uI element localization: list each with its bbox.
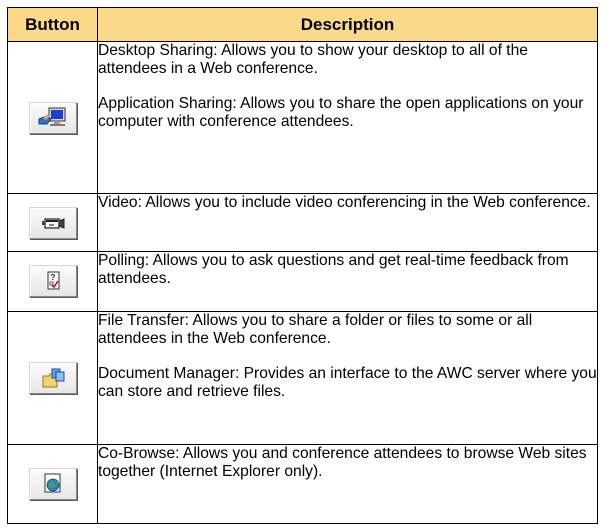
description-text: Co-Browse: Allows you and conference att… — [98, 445, 587, 481]
desktop-sharing-button[interactable] — [28, 101, 77, 134]
polling-button[interactable]: ? — [28, 265, 77, 298]
description-text: Polling: Allows you to ask questions and… — [98, 252, 569, 288]
column-header-button: Button — [7, 7, 98, 42]
button-cell — [7, 40, 98, 195]
co-browse-icon — [44, 473, 60, 493]
button-cell — [7, 193, 98, 253]
file-transfer-icon — [42, 368, 64, 388]
video-button[interactable] — [28, 206, 77, 239]
button-cell — [7, 310, 98, 446]
desktop-sharing-icon — [38, 107, 65, 126]
table-row-polling: ? Polling: Allows you to ask questions a… — [7, 251, 598, 312]
polling-icon: ? — [47, 271, 59, 290]
description-text: Video: Allows you to include video confe… — [98, 194, 591, 212]
button-cell — [7, 444, 98, 524]
file-transfer-button[interactable] — [28, 361, 77, 394]
description-cell: Polling: Allows you to ask questions and… — [97, 251, 598, 312]
description-cell: Co-Browse: Allows you and conference att… — [97, 444, 598, 524]
table-row-desktop-sharing: Desktop Sharing: Allows you to show your… — [7, 40, 598, 195]
description-cell: Video: Allows you to include video confe… — [97, 193, 598, 253]
button-cell: ? — [7, 251, 98, 312]
table-header-row: Button Description — [7, 7, 598, 42]
co-browse-button[interactable] — [28, 468, 77, 501]
description-text: Application Sharing: Allows you to share… — [98, 95, 584, 130]
video-camera-icon — [41, 217, 64, 229]
column-header-description: Description — [97, 7, 598, 42]
table-row-co-browse: Co-Browse: Allows you and conference att… — [7, 444, 598, 524]
description-text: Desktop Sharing: Allows you to show your… — [98, 42, 528, 77]
feature-table: Button Description Desktop Sharing: Allo… — [7, 7, 598, 524]
description-text: Document Manager: Provides an interface … — [98, 364, 597, 400]
svg-text:?: ? — [50, 273, 55, 282]
description-text: File Transfer: Allows you to share a fol… — [98, 311, 533, 347]
table-row-file-transfer: File Transfer: Allows you to share a fol… — [7, 310, 598, 446]
table-row-video: Video: Allows you to include video confe… — [7, 193, 598, 253]
description-cell: File Transfer: Allows you to share a fol… — [97, 310, 598, 446]
description-cell: Desktop Sharing: Allows you to show your… — [97, 40, 598, 195]
